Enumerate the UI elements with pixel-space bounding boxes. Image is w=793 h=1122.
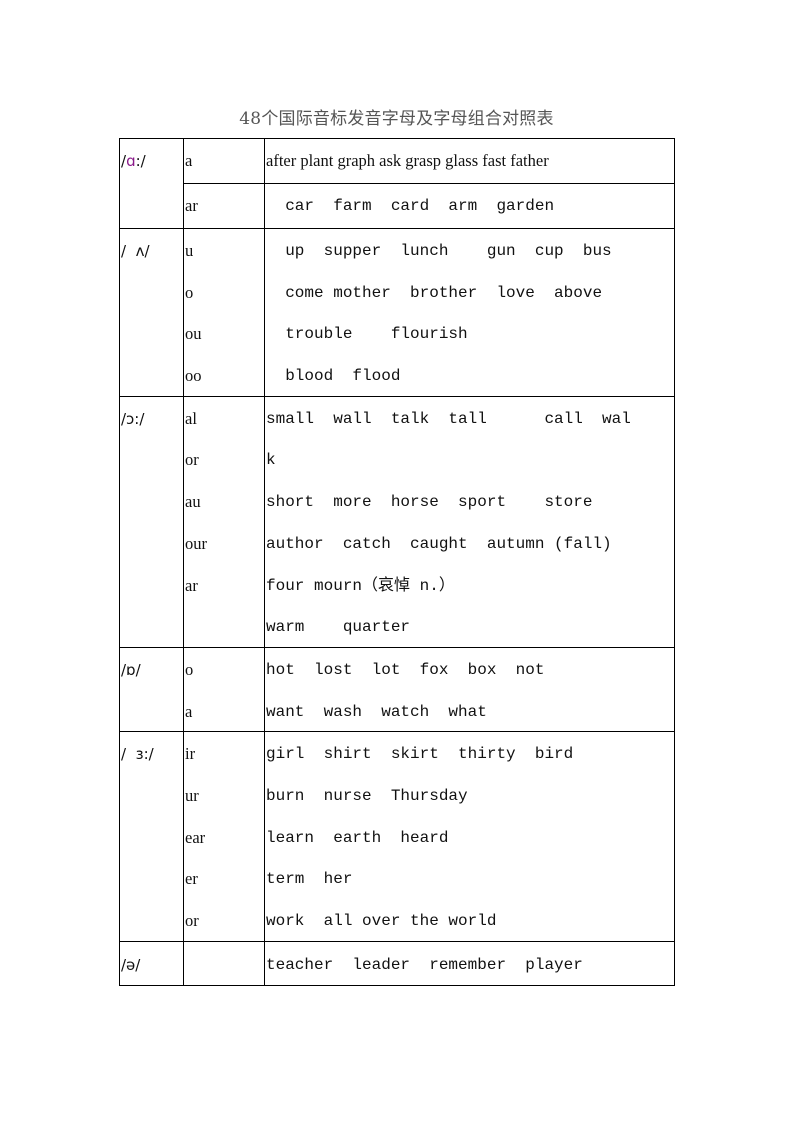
letter-text: o	[185, 659, 194, 679]
table-row: a after plant graph ask grasp glass fast…	[184, 139, 674, 183]
example-line: up supper lunch gun cup bus	[266, 242, 612, 260]
example-cell: teacher leader remember player	[265, 942, 674, 985]
symbol-cell: / ʌ/	[120, 229, 184, 396]
symbol-cell: /ɑ:/	[120, 139, 184, 228]
table-group-short-o: /ɒ/ o a hot lost lot fox box not want wa…	[120, 646, 674, 732]
example-cell: after plant graph ask grasp glass fast f…	[266, 151, 549, 170]
letter-text	[185, 605, 264, 647]
table-group-open-o: /ɔ:/ al or au our ar small wall talk tal…	[120, 395, 674, 647]
example-line: burn nurse Thursday	[266, 786, 468, 805]
letter-text: er	[185, 869, 198, 889]
letter-text: ear	[185, 827, 206, 847]
example-line: short more horse sport store	[266, 493, 593, 512]
page-title: 48个国际音标发音字母及字母组合对照表	[239, 109, 554, 129]
example-line: term her	[266, 870, 353, 889]
example-line: work all over the world	[266, 912, 497, 930]
letter-text: al	[185, 408, 197, 428]
letter-cell: ir ur ear er or	[184, 732, 265, 941]
letter-cell: o a	[184, 647, 265, 732]
symbol-highlight: ɑ	[126, 152, 136, 170]
table-row: ar car farm card arm garden	[184, 183, 674, 228]
letter-cell: al or au our ar	[184, 396, 265, 647]
example-cell: car farm card arm garden	[266, 197, 555, 215]
letter-text: our	[185, 533, 207, 553]
symbol-suffix: :/	[135, 152, 146, 170]
example-line: want wash watch what	[266, 702, 487, 721]
letter-text: or	[185, 450, 199, 470]
example-line: trouble flourish	[266, 325, 468, 344]
letter-cell: u o ou oo	[184, 229, 265, 396]
example-line: author catch caught autumn (fall)	[266, 534, 612, 553]
table-group-wedge: / ʌ/ u o ou oo up supper lunch gun cup b…	[120, 228, 674, 396]
letter-cell: a	[185, 151, 193, 170]
letter-text: ur	[185, 785, 199, 805]
letter-text: au	[185, 492, 201, 512]
example-cell: hot lost lot fox box not want wash watch…	[265, 648, 674, 731]
example-cell: up supper lunch gun cup bus come mother …	[265, 229, 674, 396]
symbol-text: / ɜ:/	[121, 745, 154, 764]
letter-cell: ar	[185, 196, 198, 215]
letter-text: oo	[185, 366, 202, 386]
symbol-text: /ɒ/	[121, 660, 141, 679]
example-line: blood flood	[266, 367, 401, 386]
symbol-text: / ʌ/	[121, 242, 150, 260]
symbol-text: /ɔ:/	[121, 409, 145, 428]
symbol-cell: /ɔ:/	[120, 396, 184, 647]
symbol-cell: / ɜ:/	[120, 732, 184, 941]
table-group-er-long: / ɜ:/ ir ur ear er or girl shirt skirt t…	[120, 731, 674, 941]
letter-cell	[184, 941, 265, 985]
example-line: hot lost lot fox box not	[266, 660, 545, 679]
table-group-a-long: /ɑ:/ a after plant graph ask grasp glass…	[120, 139, 674, 228]
letter-text: or	[185, 911, 199, 930]
symbol-cell: /ɒ/	[120, 647, 184, 732]
example-cell: small wall talk tall call wal k short mo…	[265, 397, 674, 647]
example-line: learn earth heard	[266, 828, 449, 847]
example-line: come mother brother love above	[266, 283, 603, 302]
letter-text: u	[185, 241, 194, 260]
example-line: warm quarter	[266, 618, 411, 637]
letter-text: o	[185, 282, 194, 302]
letter-text	[185, 942, 264, 985]
example-line: teacher leader remember player	[266, 955, 583, 974]
letter-text: a	[185, 701, 193, 721]
example-cell: girl shirt skirt thirty bird burn nurse …	[265, 732, 674, 940]
example-line: small wall talk tall call wal	[266, 409, 631, 428]
table-group-schwa: /ə/ teacher leader remember player	[120, 940, 674, 985]
example-line: four mourn（哀悼 n.）	[266, 576, 455, 595]
phonetic-table: /ɑ:/ a after plant graph ask grasp glass…	[119, 138, 675, 986]
symbol-text: /ə/	[121, 955, 141, 974]
example-line: girl shirt skirt thirty bird	[266, 745, 574, 764]
letter-text: ou	[185, 324, 202, 344]
symbol-cell: /ə/	[120, 941, 184, 985]
letter-text: ar	[185, 575, 198, 595]
example-line: k	[266, 451, 276, 470]
letter-text: ir	[185, 744, 196, 764]
